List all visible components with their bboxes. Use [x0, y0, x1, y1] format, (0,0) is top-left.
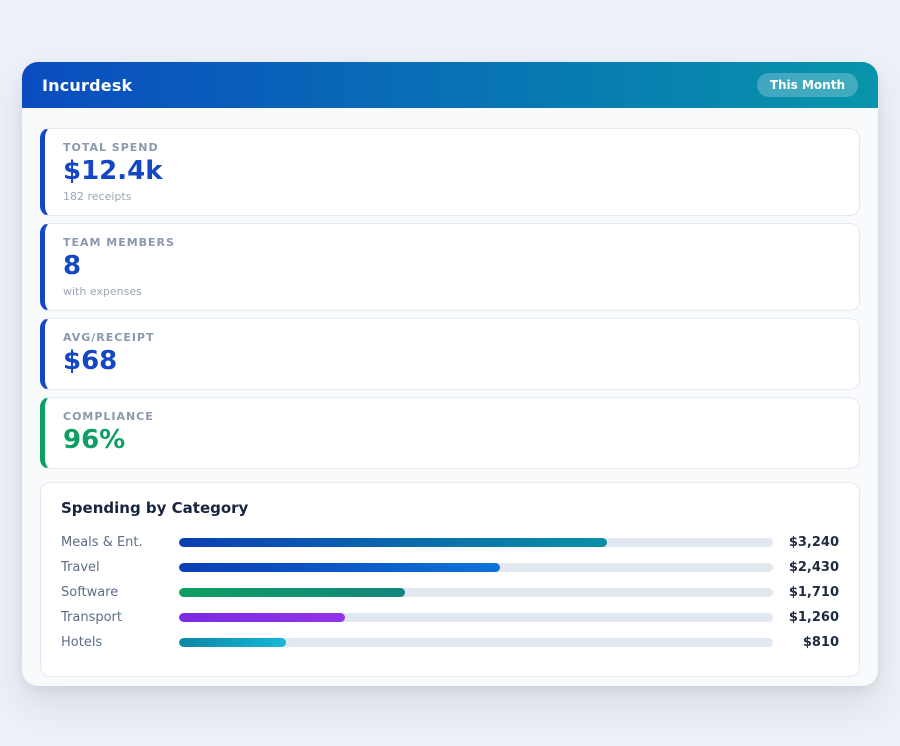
stat-card: COMPLIANCE 96%	[40, 397, 860, 469]
category-label: Meals & Ent.	[61, 535, 179, 550]
category-bar-track	[179, 538, 773, 547]
category-bar-track	[179, 588, 773, 597]
category-amount: $810	[773, 635, 839, 650]
stat-subtext: with expenses	[63, 285, 841, 298]
category-row: Transport $1,260	[61, 605, 839, 630]
category-row: Software $1,710	[61, 580, 839, 605]
stat-label: TOTAL SPEND	[63, 141, 841, 154]
category-label: Hotels	[61, 635, 179, 650]
category-amount: $1,710	[773, 585, 839, 600]
stat-card: TOTAL SPEND $12.4k 182 receipts	[40, 128, 860, 216]
dashboard-panel: Incurdesk This Month TOTAL SPEND $12.4k …	[22, 62, 878, 686]
category-amount: $3,240	[773, 535, 839, 550]
stat-value: $68	[63, 347, 841, 377]
app-title: Incurdesk	[42, 76, 132, 95]
dashboard-content: TOTAL SPEND $12.4k 182 receipts TEAM MEM…	[22, 108, 878, 677]
category-amount: $2,430	[773, 560, 839, 575]
category-bar-fill	[179, 588, 405, 597]
stat-subtext: 182 receipts	[63, 190, 841, 203]
category-label: Software	[61, 585, 179, 600]
category-bar-track	[179, 613, 773, 622]
category-bar-track	[179, 638, 773, 647]
stat-label: COMPLIANCE	[63, 410, 841, 423]
category-bar-track	[179, 563, 773, 572]
spending-by-category-card: Spending by Category Meals & Ent. $3,240…	[40, 482, 860, 677]
category-label: Transport	[61, 610, 179, 625]
stat-card: TEAM MEMBERS 8 with expenses	[40, 223, 860, 311]
category-bar-fill	[179, 638, 286, 647]
app-header: Incurdesk This Month	[22, 62, 878, 108]
stat-label: AVG/RECEIPT	[63, 331, 841, 344]
stat-label: TEAM MEMBERS	[63, 236, 841, 249]
category-amount: $1,260	[773, 610, 839, 625]
category-row: Hotels $810	[61, 630, 839, 655]
category-bar-fill	[179, 613, 345, 622]
stat-card: AVG/RECEIPT $68	[40, 318, 860, 390]
stat-value: 96%	[63, 426, 841, 456]
category-row: Travel $2,430	[61, 555, 839, 580]
category-label: Travel	[61, 560, 179, 575]
category-bar-fill	[179, 563, 500, 572]
spending-card-title: Spending by Category	[61, 499, 839, 517]
period-badge[interactable]: This Month	[757, 73, 858, 97]
category-bar-fill	[179, 538, 607, 547]
category-row: Meals & Ent. $3,240	[61, 530, 839, 555]
stat-value: 8	[63, 252, 841, 282]
stat-value: $12.4k	[63, 157, 841, 187]
